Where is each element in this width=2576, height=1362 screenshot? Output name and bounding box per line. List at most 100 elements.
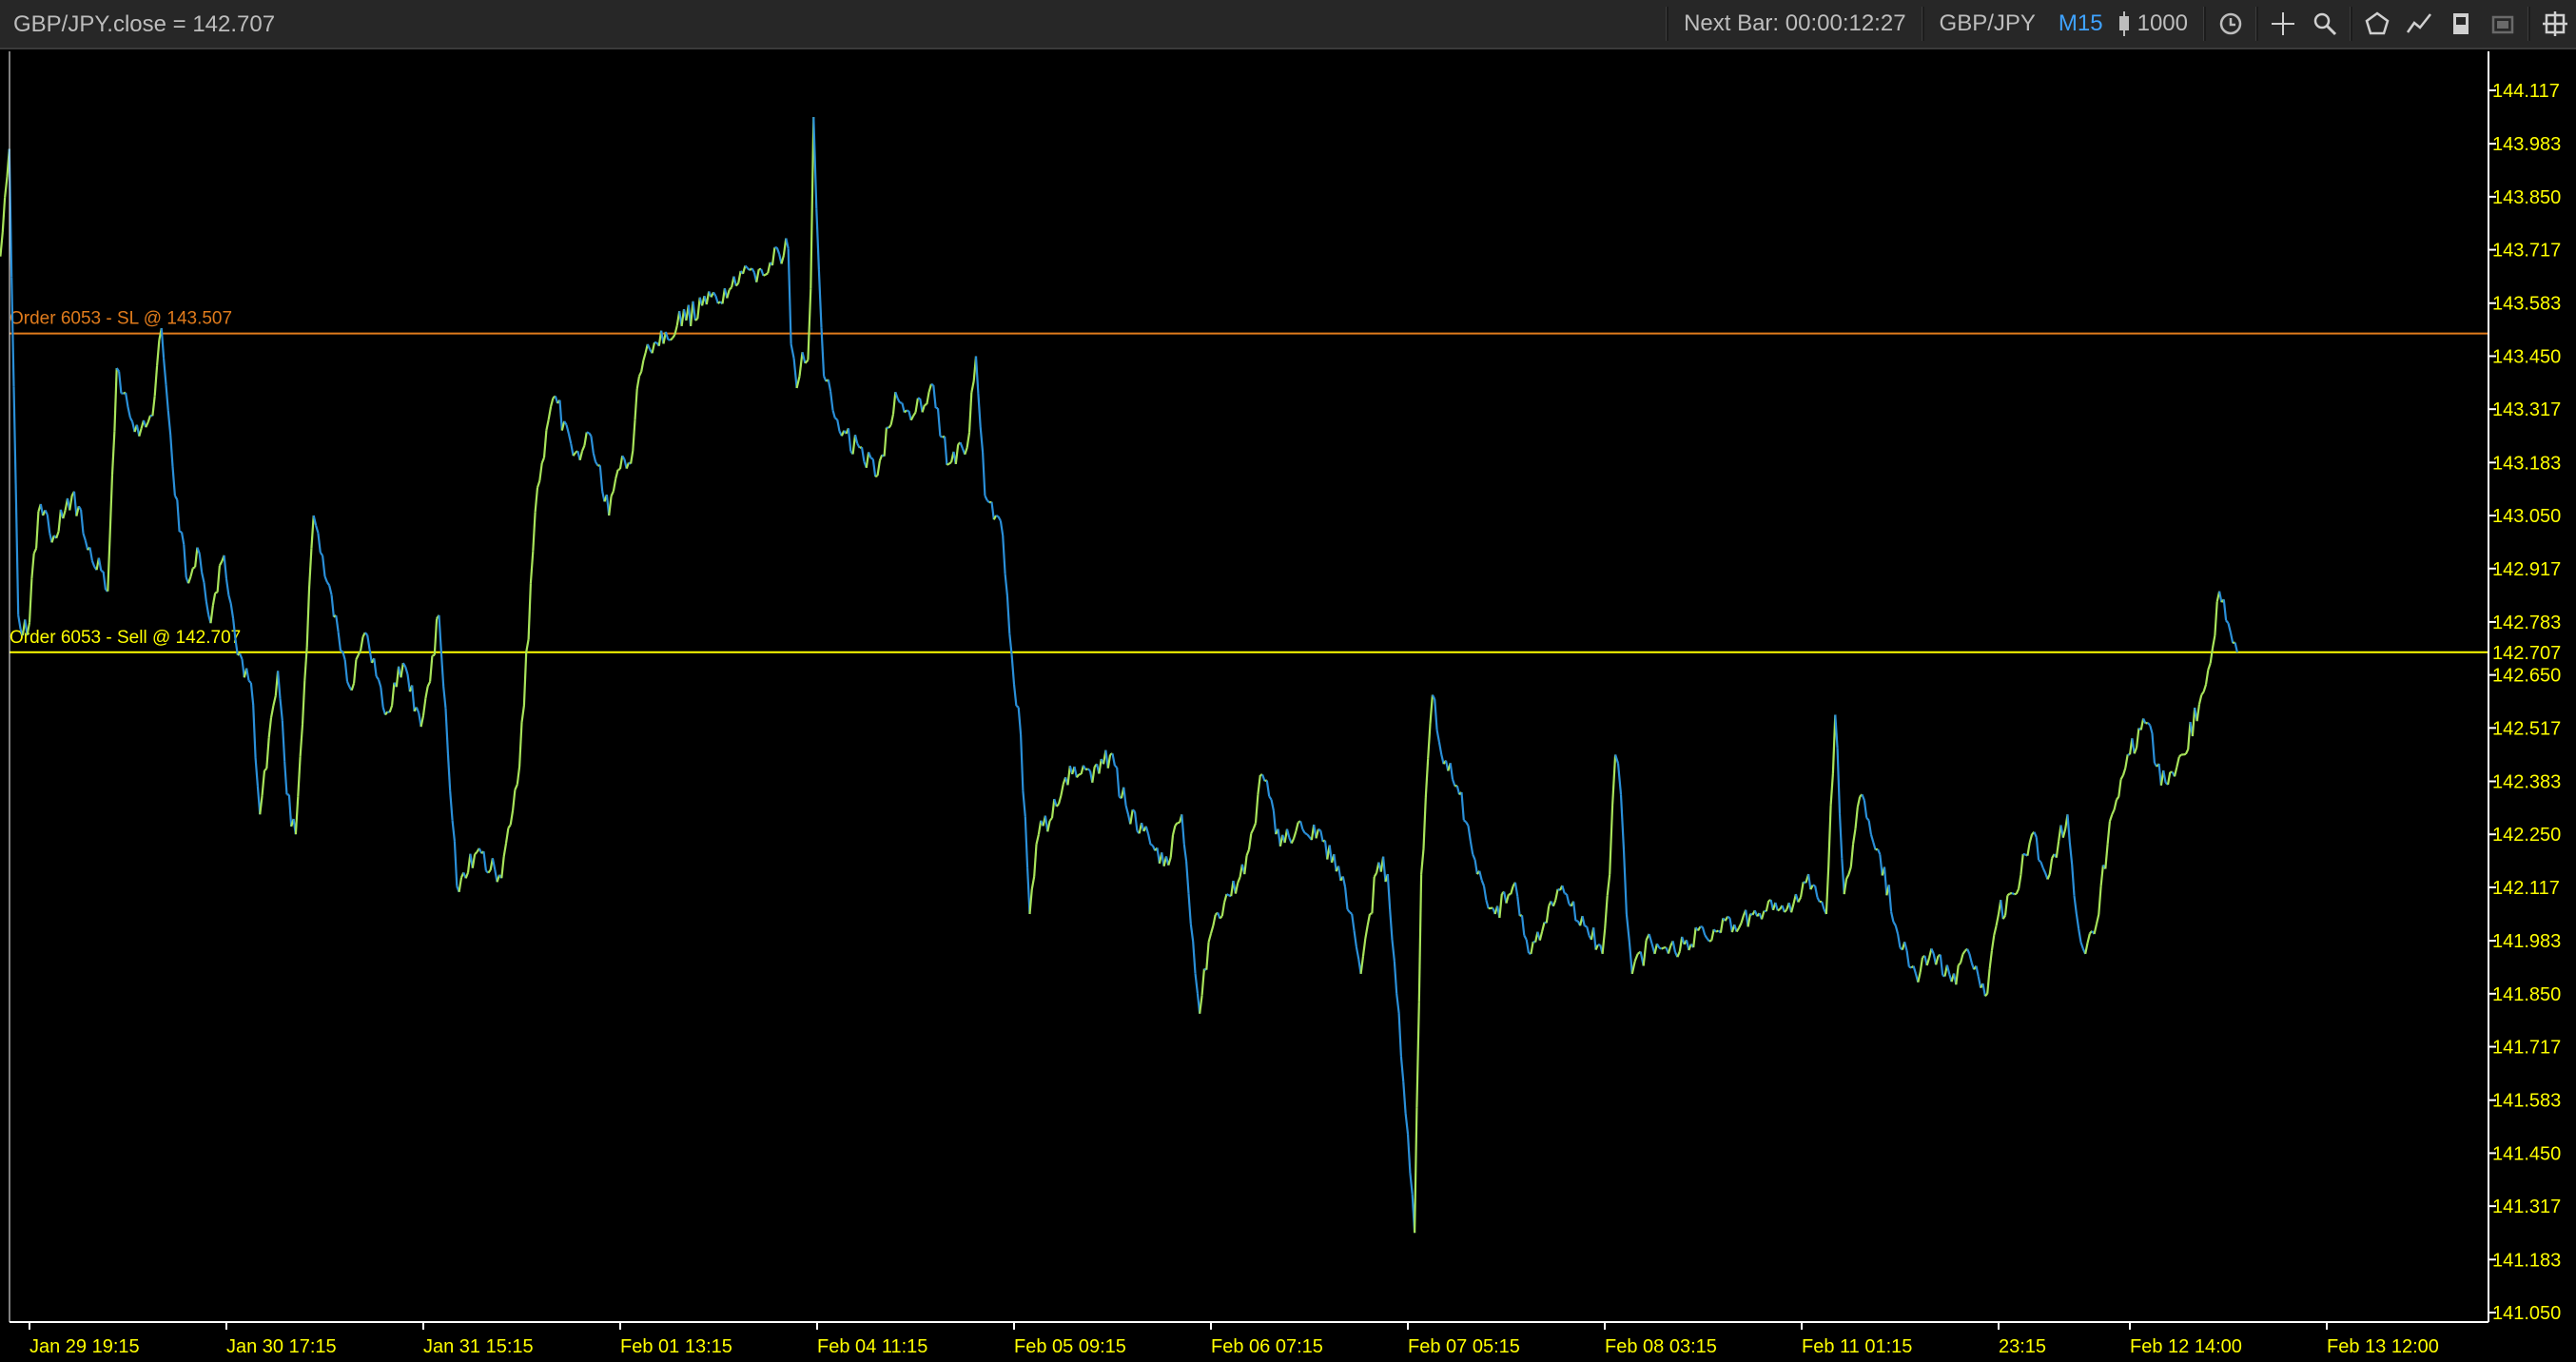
time-tick-label: Jan 29 19:15	[29, 1336, 140, 1357]
price-segment	[1581, 915, 1586, 926]
timeframe-selector[interactable]: M15	[2047, 10, 2115, 37]
price-segment	[88, 547, 93, 561]
template-icon[interactable]	[2440, 3, 2482, 45]
candle-icon	[2115, 3, 2134, 45]
price-segment	[1098, 758, 1103, 774]
price-segment	[565, 424, 570, 435]
crosshair-icon[interactable]	[2262, 3, 2304, 45]
bar-count-selector[interactable]: 1000	[2115, 3, 2199, 45]
price-segment	[283, 761, 288, 795]
zoom-icon[interactable]	[2304, 3, 2346, 45]
price-segment	[820, 327, 826, 377]
price-segment	[586, 431, 590, 435]
price-segment	[2136, 728, 2140, 749]
price-segment	[696, 297, 701, 320]
price-segment	[1272, 810, 1278, 835]
price-segment	[1012, 684, 1018, 707]
price-segment	[1386, 874, 1392, 910]
price-segment	[1261, 774, 1266, 782]
price-segment	[2099, 865, 2104, 886]
price-segment	[2166, 771, 2172, 786]
price-segment	[254, 757, 259, 787]
price-segment	[100, 570, 104, 574]
price-segment	[1223, 893, 1228, 904]
price-segment	[946, 462, 950, 466]
price-segment	[2033, 831, 2038, 838]
price-segment	[1554, 888, 1559, 901]
price-segment	[2234, 642, 2238, 653]
price-segment	[831, 410, 836, 418]
price-chart[interactable]: Order 6053 - SL @ 143.507 Order 6053 - Se…	[0, 49, 2576, 1362]
price-segment	[2146, 722, 2152, 727]
price-segment	[807, 288, 812, 360]
price-segment	[1404, 1113, 1410, 1135]
price-segment	[1005, 595, 1011, 634]
price-segment	[982, 452, 986, 496]
price-segment	[325, 581, 331, 587]
price-tick-label: 141.317	[2492, 1197, 2561, 1217]
price-segment	[527, 583, 532, 640]
price-segment	[1200, 968, 1205, 996]
price-segment	[1015, 705, 1020, 709]
settings-icon[interactable]	[2534, 3, 2576, 45]
price-segment	[1480, 879, 1486, 886]
price-segment	[595, 461, 599, 467]
price-segment	[2133, 747, 2138, 754]
price-segment	[2116, 796, 2120, 801]
price-segment	[1086, 768, 1091, 772]
price-tick-label: 141.850	[2492, 984, 2561, 1005]
price-segment	[1897, 933, 1902, 948]
price-segment	[970, 380, 975, 394]
price-segment	[798, 352, 804, 377]
price-segment	[545, 418, 550, 431]
price-segment	[2131, 738, 2136, 754]
price-segment	[12, 386, 17, 500]
price-segment	[1892, 921, 1897, 926]
price-segment	[446, 752, 452, 791]
price-segment	[1435, 730, 1440, 743]
price-segment	[865, 452, 870, 468]
next-bar-countdown: Next Bar: 00:00:12:27	[1684, 10, 1906, 36]
price-segment	[165, 384, 169, 411]
price-segment	[1995, 913, 2000, 926]
price-segment	[328, 585, 333, 596]
price-segment	[2098, 885, 2102, 915]
price-segment	[1847, 866, 1852, 875]
price-segment	[2028, 833, 2034, 844]
price-segment	[1628, 942, 1633, 974]
indicator-icon[interactable]	[2398, 3, 2440, 45]
price-segment	[420, 715, 425, 728]
price-segment	[14, 498, 20, 615]
price-segment	[2046, 873, 2051, 880]
symbol-selector[interactable]: GBP/JPY	[1928, 10, 2047, 37]
price-segment	[1825, 866, 1830, 915]
price-segment	[176, 499, 181, 532]
price-segment	[1472, 853, 1476, 861]
price-segment	[4, 176, 9, 199]
price-segment	[534, 487, 539, 513]
price-segment	[617, 468, 621, 471]
price-segment	[755, 269, 760, 282]
price-segment	[1708, 939, 1712, 943]
price-segment	[1106, 754, 1112, 769]
price-tick-label: 143.850	[2492, 187, 2561, 208]
order-lines: Order 6053 - SL @ 143.507 Order 6053 - Se…	[10, 309, 2488, 653]
time-tick-label: Feb 13 12:00	[2327, 1336, 2439, 1357]
price-segment	[173, 495, 179, 501]
price-segment	[1290, 838, 1295, 845]
price-segment	[269, 705, 275, 719]
price-segment	[1199, 995, 1203, 1014]
price-segment	[1606, 873, 1611, 896]
price-segment	[415, 707, 420, 714]
price-segment	[1366, 913, 1372, 926]
price-tick-label: 141.717	[2492, 1038, 2561, 1059]
price-segment	[2200, 691, 2205, 696]
price-segment	[1829, 773, 1834, 806]
price-segment	[375, 675, 380, 681]
screenshot-icon[interactable]	[2482, 3, 2524, 45]
sync-icon[interactable]	[2210, 3, 2252, 45]
price-segment	[146, 415, 152, 423]
price-segment	[2183, 752, 2187, 756]
time-axis: Jan 29 19:15 Jan 30 17:15 Jan 31 15:15 Feb …	[9, 51, 2488, 1357]
drawing-shape-icon[interactable]	[2356, 3, 2398, 45]
